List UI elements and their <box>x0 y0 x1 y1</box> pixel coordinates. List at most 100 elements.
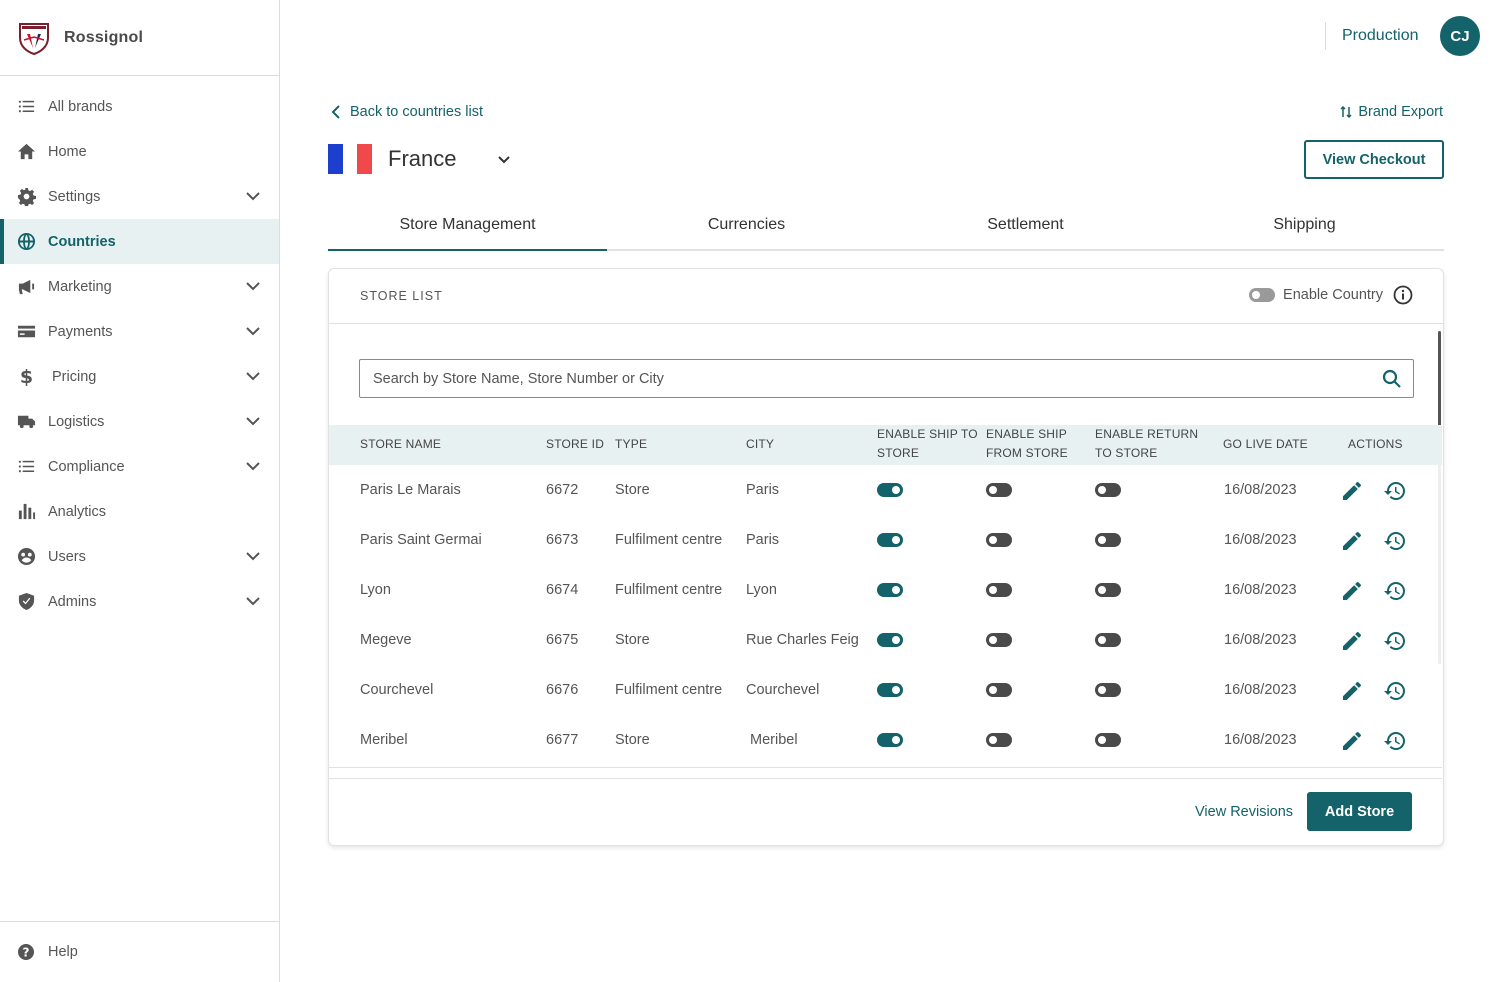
chevron-down-icon[interactable] <box>245 323 261 339</box>
view-revisions-link[interactable]: View Revisions <box>1195 804 1293 820</box>
sidebar-item-label: Home <box>48 143 87 160</box>
edit-icon[interactable] <box>1340 629 1364 653</box>
store-search-input[interactable] <box>360 360 1381 397</box>
chevron-down-icon[interactable] <box>245 548 261 564</box>
history-icon[interactable] <box>1383 679 1407 703</box>
ship-from-store-toggle[interactable] <box>986 533 1012 547</box>
ship-to-store-toggle[interactable] <box>877 533 903 547</box>
table-row: Meribel 6677 Store Meribel 16/08/2023 <box>329 717 1442 767</box>
return-to-store-toggle[interactable] <box>1095 633 1121 647</box>
chevron-down-icon[interactable] <box>245 278 261 294</box>
ship-from-store-toggle[interactable] <box>986 583 1012 597</box>
sidebar-item-payments[interactable]: Payments <box>0 309 279 354</box>
ship-from-store-toggle[interactable] <box>986 683 1012 697</box>
tab-shipping[interactable]: Shipping <box>1165 200 1444 249</box>
chevron-down-icon[interactable] <box>245 368 261 384</box>
sidebar-item-pricing[interactable]: $ Pricing <box>0 354 279 399</box>
sidebar-item-countries[interactable]: Countries <box>0 219 279 264</box>
chevron-down-icon[interactable] <box>496 152 512 168</box>
sidebar-item-help[interactable]: ? Help <box>0 921 279 982</box>
store-id-cell: 6672 <box>546 482 579 498</box>
tab-settlement[interactable]: Settlement <box>886 200 1165 249</box>
sidebar-item-label: Payments <box>48 323 113 340</box>
back-to-countries-link[interactable]: Back to countries list <box>330 104 483 120</box>
ship-to-store-toggle[interactable] <box>877 683 903 697</box>
scrollbar-thumb[interactable] <box>1438 331 1441 427</box>
sidebar-item-admins[interactable]: Admins <box>0 579 279 624</box>
search-icon[interactable] <box>1381 368 1403 390</box>
list-icon <box>16 97 36 117</box>
sort-arrows-icon <box>1340 105 1352 119</box>
store-name-cell: Lyon <box>360 582 391 598</box>
ship-to-store-toggle[interactable] <box>877 633 903 647</box>
column-header-actions: ACTIONS <box>1348 437 1403 451</box>
column-header-go-live-date[interactable]: GO LIVE DATE <box>1223 435 1308 454</box>
go-live-date-cell: 16/08/2023 <box>1224 482 1297 498</box>
country-name[interactable]: France <box>388 146 456 172</box>
edit-icon[interactable] <box>1340 579 1364 603</box>
sidebar-item-label: Analytics <box>48 503 107 520</box>
avatar[interactable]: CJ <box>1440 16 1480 56</box>
edit-icon[interactable] <box>1340 729 1364 753</box>
sidebar-item-analytics[interactable]: Analytics <box>0 489 279 534</box>
brand-header[interactable]: Rossignol <box>0 0 279 76</box>
return-to-store-toggle[interactable] <box>1095 533 1121 547</box>
table-row: Lyon 6674 Fulfilment centre Lyon 16/08/2… <box>329 567 1442 617</box>
return-to-store-toggle[interactable] <box>1095 583 1121 597</box>
history-icon[interactable] <box>1383 579 1407 603</box>
ship-from-store-toggle[interactable] <box>986 483 1012 497</box>
store-search <box>359 359 1414 398</box>
history-icon[interactable] <box>1383 529 1407 553</box>
column-header-store-name[interactable]: STORE NAME <box>360 435 441 454</box>
store-id-cell: 6674 <box>546 582 579 598</box>
ship-from-store-toggle[interactable] <box>986 633 1012 647</box>
add-store-button[interactable]: Add Store <box>1307 792 1412 831</box>
chevron-down-icon[interactable] <box>245 458 261 474</box>
store-name-cell: Megeve <box>360 632 412 648</box>
column-header-return-to-store[interactable]: ENABLE RETURN TO STORE <box>1095 425 1198 463</box>
sidebar-item-users[interactable]: Users <box>0 534 279 579</box>
tab-store-management[interactable]: Store Management <box>328 200 607 251</box>
sidebar-item-label: Compliance <box>48 458 125 475</box>
chevron-down-icon[interactable] <box>245 413 261 429</box>
tab-bar: Store Management Currencies Settlement S… <box>328 200 1444 251</box>
view-checkout-button[interactable]: View Checkout <box>1304 140 1444 179</box>
return-to-store-toggle[interactable] <box>1095 683 1121 697</box>
table-row: Paris Le Marais 6672 Store Paris 16/08/2… <box>329 467 1442 517</box>
sidebar-item-logistics[interactable]: Logistics <box>0 399 279 444</box>
history-icon[interactable] <box>1383 729 1407 753</box>
brand-export-link[interactable]: Brand Export <box>1340 104 1443 120</box>
store-name-cell: Courchevel <box>360 682 434 698</box>
column-header-city[interactable]: CITY <box>746 435 774 454</box>
sidebar-item-home[interactable]: Home <box>0 129 279 174</box>
truck-icon <box>16 412 36 432</box>
chevron-down-icon[interactable] <box>245 593 261 609</box>
ship-from-store-toggle[interactable] <box>986 733 1012 747</box>
enable-country-toggle[interactable] <box>1249 288 1276 302</box>
edit-icon[interactable] <box>1340 479 1364 503</box>
sidebar-item-compliance[interactable]: Compliance <box>0 444 279 489</box>
ship-to-store-toggle[interactable] <box>877 483 903 497</box>
sidebar-item-marketing[interactable]: Marketing <box>0 264 279 309</box>
edit-icon[interactable] <box>1340 679 1364 703</box>
chevron-down-icon[interactable] <box>245 188 261 204</box>
column-header-store-id[interactable]: STORE ID <box>546 435 604 454</box>
sidebar-nav: All brands Home Settings Countries Marke… <box>0 76 279 624</box>
return-to-store-toggle[interactable] <box>1095 483 1121 497</box>
ship-to-store-toggle[interactable] <box>877 583 903 597</box>
return-to-store-toggle[interactable] <box>1095 733 1121 747</box>
history-icon[interactable] <box>1383 629 1407 653</box>
column-header-ship-from-store[interactable]: ENABLE SHIP FROM STORE <box>986 425 1068 463</box>
ship-to-store-toggle[interactable] <box>877 733 903 747</box>
tab-currencies[interactable]: Currencies <box>607 200 886 249</box>
column-header-type[interactable]: TYPE <box>615 435 647 454</box>
history-icon[interactable] <box>1383 479 1407 503</box>
store-id-cell: 6677 <box>546 732 579 748</box>
column-header-line: TO STORE <box>1095 446 1158 460</box>
sidebar-item-settings[interactable]: Settings <box>0 174 279 219</box>
info-icon[interactable] <box>1393 285 1413 305</box>
edit-icon[interactable] <box>1340 529 1364 553</box>
column-header-ship-to-store[interactable]: ENABLE SHIP TO STORE <box>877 425 978 463</box>
sidebar-item-all-brands[interactable]: All brands <box>0 84 279 129</box>
environment-selector[interactable]: Production <box>1325 22 1419 50</box>
